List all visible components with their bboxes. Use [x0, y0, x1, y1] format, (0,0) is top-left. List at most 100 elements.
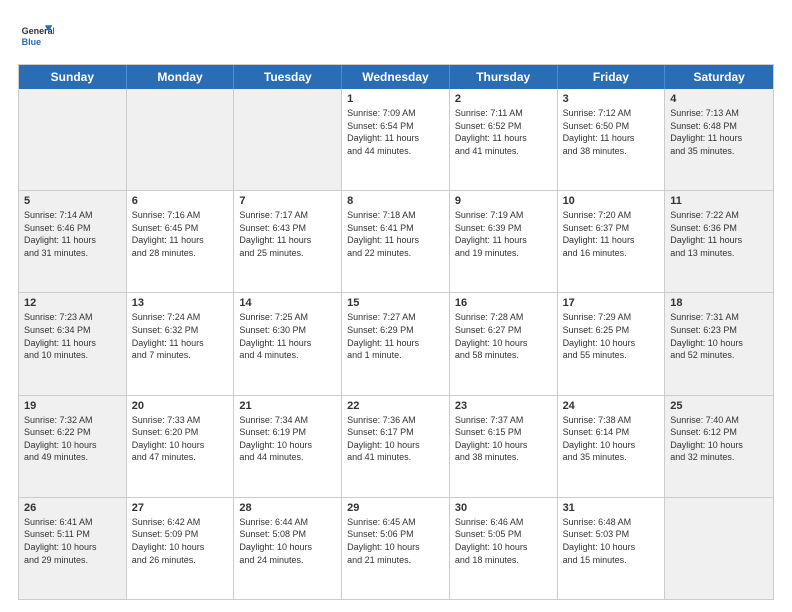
day-info: Sunrise: 7:33 AM Sunset: 6:20 PM Dayligh…: [132, 414, 229, 464]
day-cell-7: 7Sunrise: 7:17 AM Sunset: 6:43 PM Daylig…: [234, 191, 342, 292]
day-number: 7: [239, 195, 336, 207]
day-info: Sunrise: 7:36 AM Sunset: 6:17 PM Dayligh…: [347, 414, 444, 464]
day-number: 25: [670, 400, 768, 412]
day-info: Sunrise: 7:11 AM Sunset: 6:52 PM Dayligh…: [455, 107, 552, 157]
day-number: 17: [563, 297, 660, 309]
day-info: Sunrise: 7:20 AM Sunset: 6:37 PM Dayligh…: [563, 209, 660, 259]
day-cell-18: 18 Sunrise: 7:31 AM Sunset: 6:23 PM Dayli…: [665, 293, 773, 394]
day-cell-5: 5Sunrise: 7:14 AM Sunset: 6:46 PM Daylig…: [19, 191, 127, 292]
week-row-3: 12 Sunrise: 7:23 AM Sunset: 6:34 PM Dayli…: [19, 293, 773, 395]
day-info: Sunrise: 6:48 AM Sunset: 5:03 PM Dayligh…: [563, 516, 660, 566]
day-info: Sunrise: 7:28 AM Sunset: 6:27 PM Dayligh…: [455, 311, 552, 361]
header-day-sunday: Sunday: [19, 65, 127, 89]
empty-cell: [127, 89, 235, 190]
day-number: 6: [132, 195, 229, 207]
day-number: 13: [132, 297, 229, 309]
week-row-5: 26 Sunrise: 6:41 AM Sunset: 5:11 PM Dayli…: [19, 498, 773, 599]
header-day-saturday: Saturday: [665, 65, 773, 89]
empty-cell: [234, 89, 342, 190]
day-info: Sunrise: 7:34 AM Sunset: 6:19 PM Dayligh…: [239, 414, 336, 464]
day-info: Sunrise: 6:41 AM Sunset: 5:11 PM Dayligh…: [24, 516, 121, 566]
day-number: 28: [239, 502, 336, 514]
day-number: 12: [24, 297, 121, 309]
day-number: 4: [670, 93, 768, 105]
day-number: 1: [347, 93, 444, 105]
logo-icon: General Blue: [18, 18, 54, 54]
day-cell-2: 2 Sunrise: 7:11 AM Sunset: 6:52 PM Daylig…: [450, 89, 558, 190]
day-info: Sunrise: 7:38 AM Sunset: 6:14 PM Dayligh…: [563, 414, 660, 464]
day-number: 20: [132, 400, 229, 412]
header: General Blue: [18, 18, 774, 54]
day-info: Sunrise: 7:40 AM Sunset: 6:12 PM Dayligh…: [670, 414, 768, 464]
day-number: 29: [347, 502, 444, 514]
day-number: 18: [670, 297, 768, 309]
day-number: 15: [347, 297, 444, 309]
day-info: Sunrise: 7:37 AM Sunset: 6:15 PM Dayligh…: [455, 414, 552, 464]
day-cell-4: 4 Sunrise: 7:13 AM Sunset: 6:48 PM Daylig…: [665, 89, 773, 190]
day-number: 22: [347, 400, 444, 412]
day-cell-27: 27 Sunrise: 6:42 AM Sunset: 5:09 PM Dayli…: [127, 498, 235, 599]
day-number: 14: [239, 297, 336, 309]
page: General Blue SundayMondayTuesdayWednesda…: [0, 0, 792, 612]
day-info: Sunrise: 6:42 AM Sunset: 5:09 PM Dayligh…: [132, 516, 229, 566]
day-cell-11: 11 Sunrise: 7:22 AM Sunset: 6:36 PM Dayli…: [665, 191, 773, 292]
empty-cell: [665, 498, 773, 599]
day-info: Sunrise: 6:46 AM Sunset: 5:05 PM Dayligh…: [455, 516, 552, 566]
day-cell-9: 9 Sunrise: 7:19 AM Sunset: 6:39 PM Daylig…: [450, 191, 558, 292]
day-cell-15: 15 Sunrise: 7:27 AM Sunset: 6:29 PM Dayli…: [342, 293, 450, 394]
day-number: 24: [563, 400, 660, 412]
day-info: Sunrise: 7:23 AM Sunset: 6:34 PM Dayligh…: [24, 311, 121, 361]
day-info: Sunrise: 7:27 AM Sunset: 6:29 PM Dayligh…: [347, 311, 444, 361]
week-row-4: 19Sunrise: 7:32 AM Sunset: 6:22 PM Dayli…: [19, 396, 773, 498]
day-cell-1: 1 Sunrise: 7:09 AM Sunset: 6:54 PM Daylig…: [342, 89, 450, 190]
day-number: 27: [132, 502, 229, 514]
day-cell-24: 24 Sunrise: 7:38 AM Sunset: 6:14 PM Dayli…: [558, 396, 666, 497]
day-cell-17: 17 Sunrise: 7:29 AM Sunset: 6:25 PM Dayli…: [558, 293, 666, 394]
day-number: 9: [455, 195, 552, 207]
day-cell-13: 13 Sunrise: 7:24 AM Sunset: 6:32 PM Dayli…: [127, 293, 235, 394]
day-cell-25: 25 Sunrise: 7:40 AM Sunset: 6:12 PM Dayli…: [665, 396, 773, 497]
day-cell-28: 28Sunrise: 6:44 AM Sunset: 5:08 PM Dayli…: [234, 498, 342, 599]
week-row-1: 1 Sunrise: 7:09 AM Sunset: 6:54 PM Daylig…: [19, 89, 773, 191]
day-number: 11: [670, 195, 768, 207]
day-info: Sunrise: 7:29 AM Sunset: 6:25 PM Dayligh…: [563, 311, 660, 361]
day-number: 19: [24, 400, 121, 412]
day-cell-14: 14 Sunrise: 7:25 AM Sunset: 6:30 PM Dayli…: [234, 293, 342, 394]
day-cell-26: 26 Sunrise: 6:41 AM Sunset: 5:11 PM Dayli…: [19, 498, 127, 599]
logo: General Blue: [18, 18, 58, 54]
day-cell-8: 8 Sunrise: 7:18 AM Sunset: 6:41 PM Daylig…: [342, 191, 450, 292]
day-info: Sunrise: 7:09 AM Sunset: 6:54 PM Dayligh…: [347, 107, 444, 157]
day-number: 8: [347, 195, 444, 207]
day-cell-20: 20 Sunrise: 7:33 AM Sunset: 6:20 PM Dayli…: [127, 396, 235, 497]
day-info: Sunrise: 7:16 AM Sunset: 6:45 PM Dayligh…: [132, 209, 229, 259]
svg-text:Blue: Blue: [22, 37, 42, 47]
day-number: 3: [563, 93, 660, 105]
day-number: 16: [455, 297, 552, 309]
day-number: 26: [24, 502, 121, 514]
day-info: Sunrise: 7:18 AM Sunset: 6:41 PM Dayligh…: [347, 209, 444, 259]
day-cell-31: 31Sunrise: 6:48 AM Sunset: 5:03 PM Dayli…: [558, 498, 666, 599]
header-day-monday: Monday: [127, 65, 235, 89]
day-info: Sunrise: 7:19 AM Sunset: 6:39 PM Dayligh…: [455, 209, 552, 259]
day-cell-19: 19Sunrise: 7:32 AM Sunset: 6:22 PM Dayli…: [19, 396, 127, 497]
day-number: 23: [455, 400, 552, 412]
day-info: Sunrise: 7:12 AM Sunset: 6:50 PM Dayligh…: [563, 107, 660, 157]
day-cell-21: 21 Sunrise: 7:34 AM Sunset: 6:19 PM Dayli…: [234, 396, 342, 497]
day-info: Sunrise: 7:25 AM Sunset: 6:30 PM Dayligh…: [239, 311, 336, 361]
header-day-thursday: Thursday: [450, 65, 558, 89]
day-cell-16: 16 Sunrise: 7:28 AM Sunset: 6:27 PM Dayli…: [450, 293, 558, 394]
header-day-friday: Friday: [558, 65, 666, 89]
day-number: 2: [455, 93, 552, 105]
day-cell-30: 30Sunrise: 6:46 AM Sunset: 5:05 PM Dayli…: [450, 498, 558, 599]
day-info: Sunrise: 7:13 AM Sunset: 6:48 PM Dayligh…: [670, 107, 768, 157]
week-row-2: 5Sunrise: 7:14 AM Sunset: 6:46 PM Daylig…: [19, 191, 773, 293]
header-day-wednesday: Wednesday: [342, 65, 450, 89]
day-number: 21: [239, 400, 336, 412]
day-info: Sunrise: 7:14 AM Sunset: 6:46 PM Dayligh…: [24, 209, 121, 259]
day-info: Sunrise: 7:31 AM Sunset: 6:23 PM Dayligh…: [670, 311, 768, 361]
day-cell-29: 29Sunrise: 6:45 AM Sunset: 5:06 PM Dayli…: [342, 498, 450, 599]
day-info: Sunrise: 7:24 AM Sunset: 6:32 PM Dayligh…: [132, 311, 229, 361]
day-info: Sunrise: 7:22 AM Sunset: 6:36 PM Dayligh…: [670, 209, 768, 259]
day-cell-12: 12 Sunrise: 7:23 AM Sunset: 6:34 PM Dayli…: [19, 293, 127, 394]
empty-cell: [19, 89, 127, 190]
